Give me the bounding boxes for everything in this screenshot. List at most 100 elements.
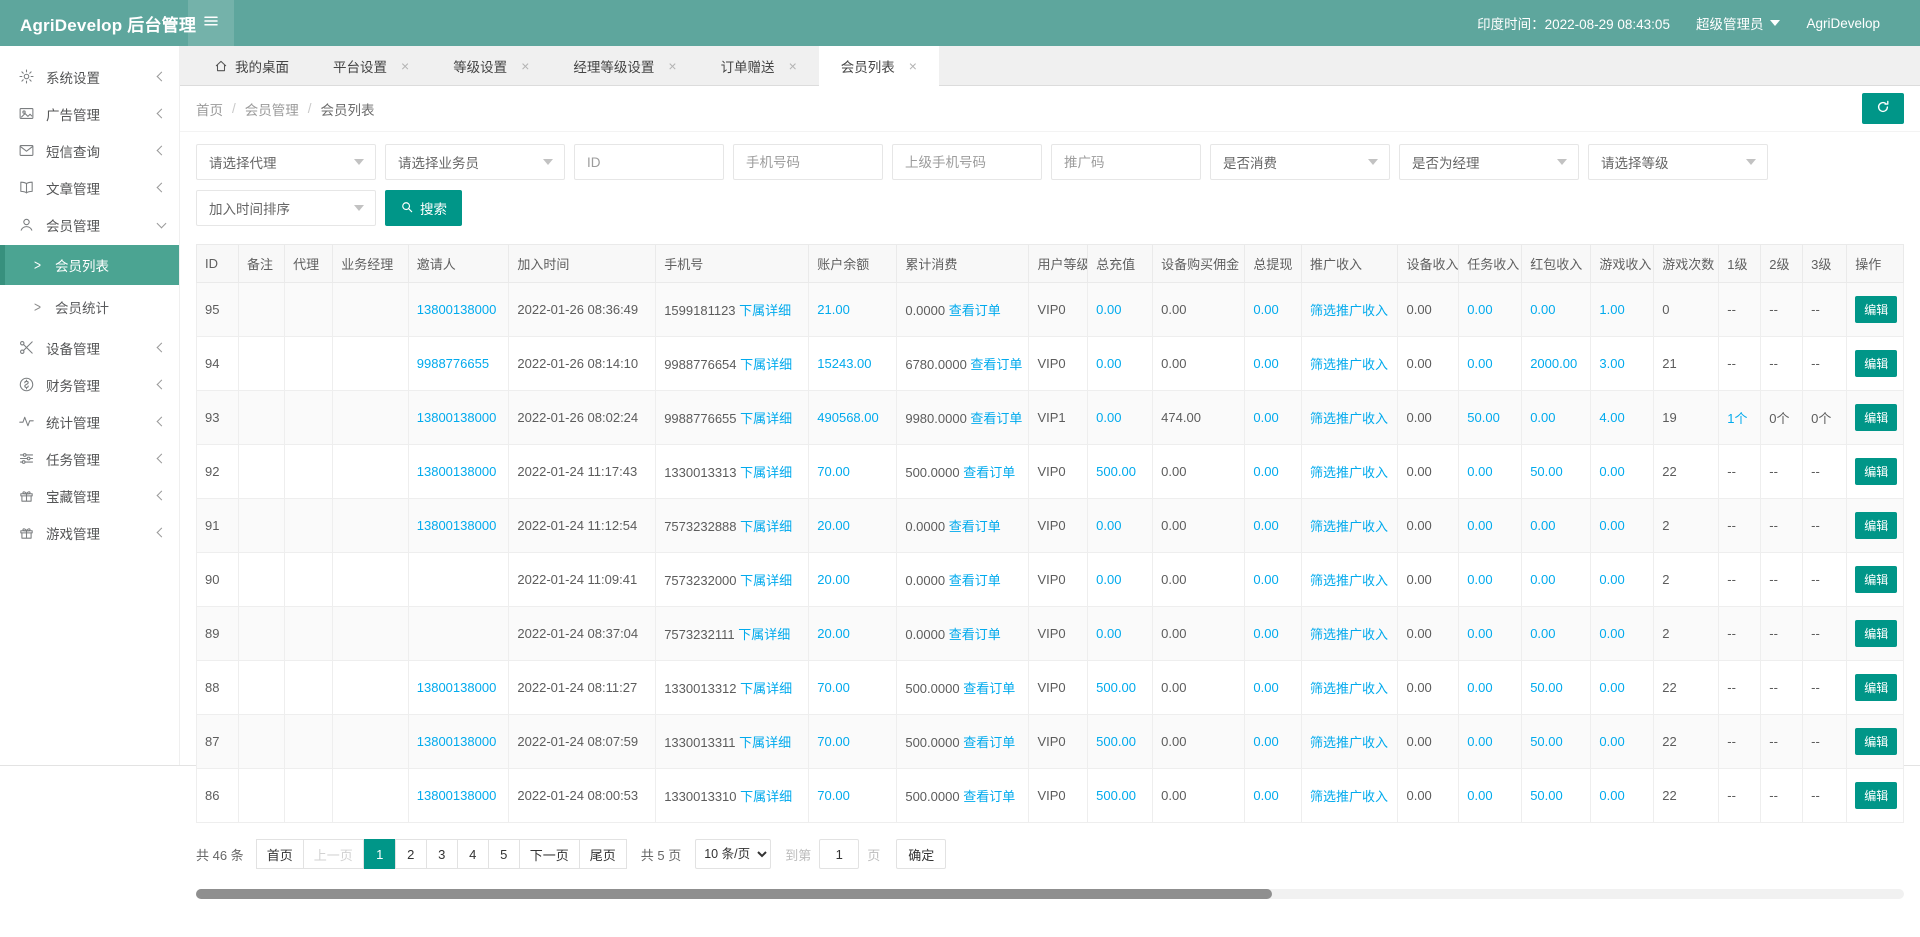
game-income-link[interactable]: 0.00 xyxy=(1599,572,1624,587)
promo-income-link[interactable]: 筛选推广收入 xyxy=(1310,519,1388,534)
edit-button[interactable]: 编辑 xyxy=(1855,458,1897,485)
game-income-link[interactable]: 0.00 xyxy=(1599,734,1624,749)
goto-page-input[interactable] xyxy=(819,839,859,869)
page-button-4[interactable]: 4 xyxy=(457,839,489,869)
sidebar-item-finance-management[interactable]: 财务管理 xyxy=(0,366,179,403)
task-income-link[interactable]: 50.00 xyxy=(1467,410,1500,425)
subordinate-detail-link[interactable]: 下属详细 xyxy=(740,519,792,534)
task-income-link[interactable]: 0.00 xyxy=(1467,626,1492,641)
inviter-link[interactable]: 13800138000 xyxy=(417,464,497,479)
phone-input[interactable] xyxy=(733,144,883,180)
withdraw-link[interactable]: 0.00 xyxy=(1253,734,1278,749)
balance-link[interactable]: 490568.00 xyxy=(817,410,878,425)
promo-income-link[interactable]: 筛选推广收入 xyxy=(1310,627,1388,642)
subordinate-detail-link[interactable]: 下属详细 xyxy=(739,735,791,750)
salesman-select[interactable]: 请选择业务员 xyxy=(385,144,565,180)
balance-link[interactable]: 20.00 xyxy=(817,626,850,641)
edit-button[interactable]: 编辑 xyxy=(1855,728,1897,755)
view-orders-link[interactable]: 查看订单 xyxy=(970,411,1022,426)
first-page-button[interactable]: 首页 xyxy=(256,839,304,869)
recharge-link[interactable]: 0.00 xyxy=(1096,356,1121,371)
task-income-link[interactable]: 0.00 xyxy=(1467,356,1492,371)
page-button-1[interactable]: 1 xyxy=(364,839,396,869)
close-icon[interactable]: × xyxy=(789,59,797,73)
view-orders-link[interactable]: 查看订单 xyxy=(949,303,1001,318)
promo-income-link[interactable]: 筛选推广收入 xyxy=(1310,465,1388,480)
game-income-link[interactable]: 1.00 xyxy=(1599,302,1624,317)
sidebar-item-system-settings[interactable]: 系统设置 xyxy=(0,58,179,95)
level-count-link[interactable]: 1个 xyxy=(1727,411,1747,426)
role-dropdown[interactable]: 超级管理员 xyxy=(1696,13,1781,33)
page-button-3[interactable]: 3 xyxy=(426,839,458,869)
sidebar-item-game-management[interactable]: 游戏管理 xyxy=(0,514,179,551)
subordinate-detail-link[interactable]: 下属详细 xyxy=(740,357,792,372)
recharge-link[interactable]: 0.00 xyxy=(1096,626,1121,641)
balance-link[interactable]: 20.00 xyxy=(817,572,850,587)
last-page-button[interactable]: 尾页 xyxy=(579,839,627,869)
sidebar-item-stats-management[interactable]: 统计管理 xyxy=(0,403,179,440)
tab-order-gift[interactable]: 订单赠送× xyxy=(699,46,819,86)
recharge-link[interactable]: 500.00 xyxy=(1096,734,1136,749)
consume-select[interactable]: 是否消费 xyxy=(1210,144,1390,180)
recharge-link[interactable]: 0.00 xyxy=(1096,302,1121,317)
task-income-link[interactable]: 0.00 xyxy=(1467,788,1492,803)
subordinate-detail-link[interactable]: 下属详细 xyxy=(740,789,792,804)
level-select[interactable]: 请选择等级 xyxy=(1588,144,1768,180)
recharge-link[interactable]: 500.00 xyxy=(1096,680,1136,695)
id-input[interactable] xyxy=(574,144,724,180)
inviter-link[interactable]: 9988776655 xyxy=(417,356,489,371)
withdraw-link[interactable]: 0.00 xyxy=(1253,518,1278,533)
view-orders-link[interactable]: 查看订单 xyxy=(963,789,1015,804)
task-income-link[interactable]: 0.00 xyxy=(1467,518,1492,533)
close-icon[interactable]: × xyxy=(909,59,917,73)
recharge-link[interactable]: 500.00 xyxy=(1096,788,1136,803)
manager-select[interactable]: 是否为经理 xyxy=(1399,144,1579,180)
task-income-link[interactable]: 0.00 xyxy=(1467,680,1492,695)
game-income-link[interactable]: 3.00 xyxy=(1599,356,1624,371)
recharge-link[interactable]: 0.00 xyxy=(1096,572,1121,587)
subordinate-detail-link[interactable]: 下属详细 xyxy=(739,303,791,318)
tab-my-desktop[interactable]: 我的桌面 xyxy=(192,46,311,86)
inviter-link[interactable]: 13800138000 xyxy=(417,788,497,803)
red-packet-income-link[interactable]: 50.00 xyxy=(1530,464,1563,479)
task-income-link[interactable]: 0.00 xyxy=(1467,464,1492,479)
close-icon[interactable]: × xyxy=(668,59,676,73)
edit-button[interactable]: 编辑 xyxy=(1855,512,1897,539)
sidebar-subitem-member-stats[interactable]: >会员统计 xyxy=(0,287,179,327)
parent-phone-input[interactable] xyxy=(892,144,1042,180)
agent-select[interactable]: 请选择代理 xyxy=(196,144,376,180)
sidebar-item-device-management[interactable]: 设备管理 xyxy=(0,329,179,366)
sidebar-item-member-management[interactable]: 会员管理 xyxy=(0,206,179,243)
breadcrumb-item[interactable]: 会员管理 xyxy=(245,99,299,119)
next-page-button[interactable]: 下一页 xyxy=(519,839,580,869)
balance-link[interactable]: 15243.00 xyxy=(817,356,871,371)
game-income-link[interactable]: 0.00 xyxy=(1599,464,1624,479)
edit-button[interactable]: 编辑 xyxy=(1855,350,1897,377)
promo-income-link[interactable]: 筛选推广收入 xyxy=(1310,357,1388,372)
refresh-button[interactable] xyxy=(1862,93,1904,124)
task-income-link[interactable]: 0.00 xyxy=(1467,572,1492,587)
tab-level-settings[interactable]: 等级设置× xyxy=(431,46,551,86)
game-income-link[interactable]: 0.00 xyxy=(1599,626,1624,641)
withdraw-link[interactable]: 0.00 xyxy=(1253,680,1278,695)
view-orders-link[interactable]: 查看订单 xyxy=(949,627,1001,642)
balance-link[interactable]: 70.00 xyxy=(817,680,850,695)
edit-button[interactable]: 编辑 xyxy=(1855,296,1897,323)
balance-link[interactable]: 21.00 xyxy=(817,302,850,317)
edit-button[interactable]: 编辑 xyxy=(1855,782,1897,809)
view-orders-link[interactable]: 查看订单 xyxy=(949,573,1001,588)
inviter-link[interactable]: 13800138000 xyxy=(417,302,497,317)
sidebar-item-sms-query[interactable]: 短信查询 xyxy=(0,132,179,169)
edit-button[interactable]: 编辑 xyxy=(1855,674,1897,701)
red-packet-income-link[interactable]: 2000.00 xyxy=(1530,356,1577,371)
per-page-select[interactable]: 10 条/页 xyxy=(695,839,771,869)
promo-income-link[interactable]: 筛选推广收入 xyxy=(1310,573,1388,588)
withdraw-link[interactable]: 0.00 xyxy=(1253,626,1278,641)
page-button-5[interactable]: 5 xyxy=(488,839,520,869)
balance-link[interactable]: 70.00 xyxy=(817,788,850,803)
subordinate-detail-link[interactable]: 下属详细 xyxy=(738,627,790,642)
inviter-link[interactable]: 13800138000 xyxy=(417,734,497,749)
sidebar-item-article-management[interactable]: 文章管理 xyxy=(0,169,179,206)
view-orders-link[interactable]: 查看订单 xyxy=(963,465,1015,480)
tab-platform-settings[interactable]: 平台设置× xyxy=(311,46,431,86)
